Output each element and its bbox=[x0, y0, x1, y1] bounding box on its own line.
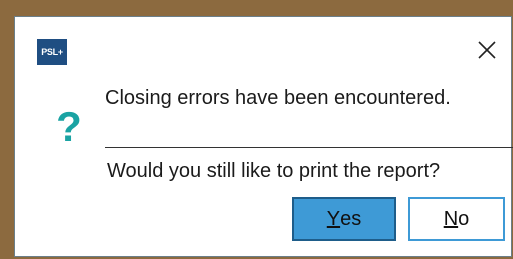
no-mnemonic: N bbox=[443, 207, 459, 230]
app-logo-icon: PSL+ bbox=[37, 39, 67, 65]
close-icon bbox=[478, 41, 496, 59]
question-icon: ? bbox=[56, 103, 82, 150]
question-text: Would you still like to print the report… bbox=[107, 160, 441, 182]
yes-mnemonic: Y bbox=[326, 207, 341, 230]
yes-label-rest: es bbox=[340, 207, 362, 230]
message-text: Closing errors have been encountered. bbox=[105, 87, 451, 109]
yes-button[interactable]: Yes bbox=[292, 197, 396, 241]
no-label-rest: o bbox=[458, 207, 470, 230]
close-button[interactable] bbox=[465, 31, 509, 69]
divider bbox=[105, 147, 513, 148]
message-dialog: PSL+ ? Closing errors have been encounte… bbox=[14, 16, 513, 257]
app-logo-text: PSL+ bbox=[41, 47, 63, 57]
no-button[interactable]: No bbox=[408, 197, 505, 241]
